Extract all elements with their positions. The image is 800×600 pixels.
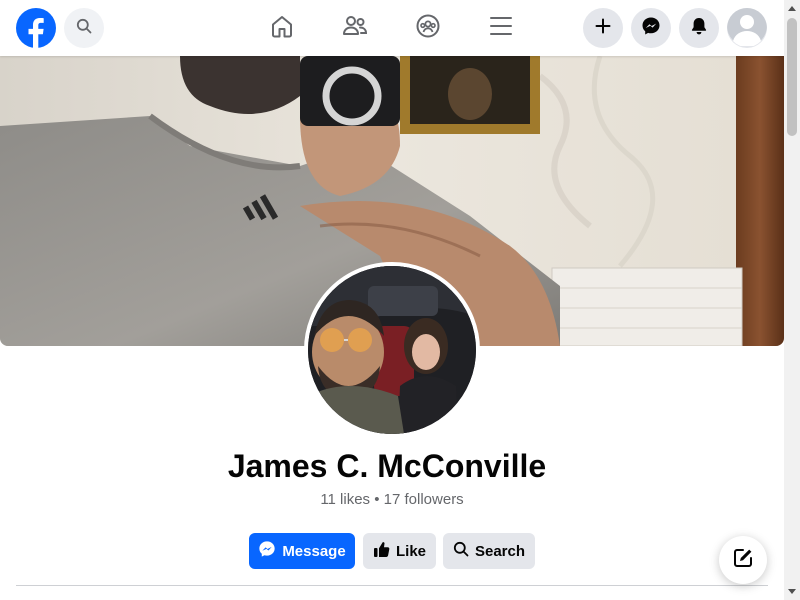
new-message-button[interactable] <box>719 536 767 584</box>
search-button[interactable] <box>64 8 104 48</box>
create-button[interactable] <box>583 8 623 48</box>
facebook-logo-icon[interactable] <box>16 8 56 48</box>
messenger-icon <box>641 16 661 41</box>
like-button-label: Like <box>395 542 426 560</box>
like-button[interactable]: Like <box>363 533 436 569</box>
groups-icon <box>415 13 441 44</box>
plus-icon <box>595 18 611 39</box>
scroll-down-arrow-icon[interactable] <box>784 584 800 600</box>
account-button[interactable] <box>727 8 767 48</box>
tab-groups[interactable] <box>408 8 448 48</box>
profile-name: James C. McConville <box>227 448 547 484</box>
tab-friends[interactable] <box>335 8 375 48</box>
notifications-button[interactable] <box>679 8 719 48</box>
tab-home[interactable] <box>262 8 302 48</box>
top-navigation-bar <box>0 0 784 56</box>
bell-icon <box>689 16 709 41</box>
section-divider <box>16 585 768 586</box>
message-button[interactable]: Message <box>249 533 355 569</box>
profile-stats: 11 likes • 17 followers <box>320 491 464 508</box>
menu-icon <box>489 15 513 42</box>
tab-menu[interactable] <box>481 8 521 48</box>
search-button-label: Search <box>474 542 526 560</box>
messenger-button[interactable] <box>631 8 671 48</box>
message-button-label: Message <box>282 542 346 560</box>
profile-picture[interactable] <box>304 262 480 438</box>
profile-search-button[interactable]: Search <box>443 533 535 569</box>
search-icon <box>76 18 92 39</box>
friends-icon <box>341 13 369 44</box>
thumbs-up-icon <box>373 541 390 562</box>
compose-icon <box>732 547 754 574</box>
scroll-up-arrow-icon[interactable] <box>784 0 800 16</box>
home-icon <box>269 13 295 44</box>
scrollbar-thumb[interactable] <box>787 18 797 136</box>
messenger-icon <box>258 540 276 562</box>
search-icon <box>453 541 469 561</box>
vertical-scrollbar[interactable] <box>784 0 800 600</box>
avatar-icon <box>727 8 767 48</box>
